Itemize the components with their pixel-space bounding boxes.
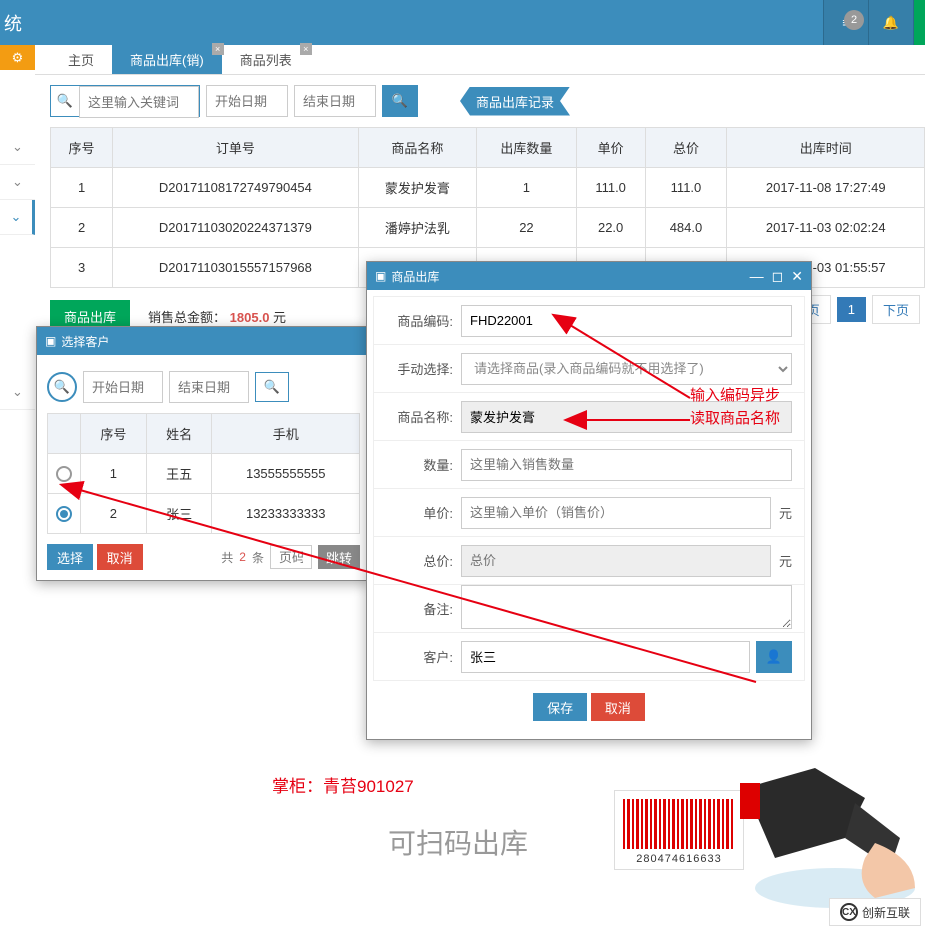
annotation-arrows [0,0,925,930]
